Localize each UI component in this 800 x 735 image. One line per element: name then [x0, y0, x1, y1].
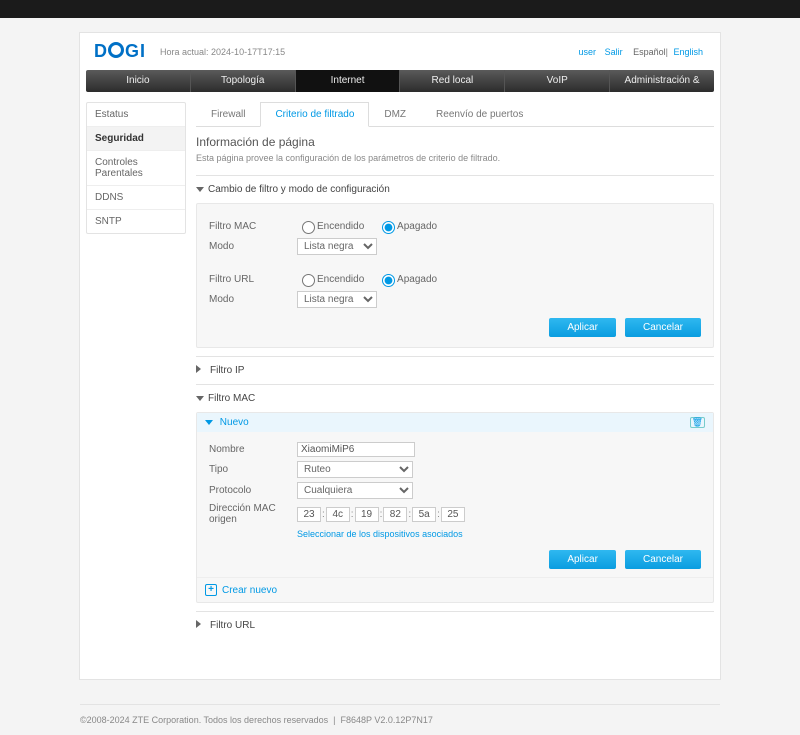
- user-link[interactable]: user: [579, 47, 597, 57]
- cancel-button[interactable]: Cancelar: [625, 318, 701, 337]
- nav-red local[interactable]: Red local: [400, 70, 505, 92]
- mac-octet-0[interactable]: [297, 507, 321, 522]
- section-ipfilter: Filtro IP: [196, 356, 714, 384]
- mac-octet-3[interactable]: [383, 507, 407, 522]
- side-seguridad[interactable]: Seguridad: [87, 127, 185, 151]
- mac-octet-2[interactable]: [355, 507, 379, 522]
- header-links: user Salir Español| English: [576, 47, 706, 57]
- tab-dmz[interactable]: DMZ: [369, 102, 421, 126]
- side-sntp[interactable]: SNTP: [87, 210, 185, 233]
- urlfilter-off[interactable]: Apagado: [377, 274, 437, 285]
- main-content: FirewallCriterio de filtradoDMZReenvío d…: [196, 102, 714, 639]
- logo: DGI: [94, 41, 146, 62]
- browser-topbar: [0, 0, 800, 18]
- cancel-button[interactable]: Cancelar: [625, 550, 701, 569]
- macfilter-label: Filtro MAC: [209, 221, 297, 232]
- apply-button[interactable]: Aplicar: [549, 318, 616, 337]
- section-filter-mode-header[interactable]: Cambio de filtro y modo de configuración: [196, 184, 714, 195]
- current-time: Hora actual: 2024-10-17T17:15: [160, 47, 576, 57]
- name-label: Nombre: [209, 444, 297, 455]
- app-frame: DGI Hora actual: 2024-10-17T17:15 user S…: [79, 32, 721, 680]
- macfilter-off[interactable]: Apagado: [377, 221, 437, 232]
- urlmode-select[interactable]: Lista negraLista blanca: [297, 291, 377, 308]
- subtabs: FirewallCriterio de filtradoDMZReenvío d…: [196, 102, 714, 127]
- side-controles parentales[interactable]: Controles Parentales: [87, 151, 185, 186]
- chevron-right-icon: [196, 365, 205, 373]
- name-input[interactable]: [297, 442, 415, 457]
- macmode-label: Modo: [209, 241, 297, 252]
- lang-en[interactable]: English: [673, 47, 703, 57]
- section-macfilter-header[interactable]: Filtro MAC: [196, 393, 714, 404]
- nav-internet[interactable]: Internet: [296, 70, 401, 92]
- tab-criterio-de-filtrado[interactable]: Criterio de filtrado: [260, 102, 369, 127]
- type-label: Tipo: [209, 464, 297, 475]
- macfilter-on[interactable]: Encendido: [297, 221, 364, 232]
- footer: ©2008-2024 ZTE Corporation. Todos los de…: [80, 704, 720, 735]
- main-nav: InicioTopologíaInternetRed localVoIPAdmi…: [86, 70, 714, 92]
- mac-input-group: :::::: [297, 507, 465, 522]
- section-filter-mode: Cambio de filtro y modo de configuración…: [196, 175, 714, 356]
- urlmode-label: Modo: [209, 294, 297, 305]
- header: DGI Hora actual: 2024-10-17T17:15 user S…: [80, 33, 720, 66]
- page-title: Información de página: [196, 135, 714, 149]
- new-label: Nuevo: [220, 417, 249, 428]
- proto-select[interactable]: CualquieraTCPUDPICMP: [297, 482, 413, 499]
- add-new-button[interactable]: +Crear nuevo: [197, 577, 713, 602]
- side-estatus[interactable]: Estatus: [87, 103, 185, 127]
- chevron-down-icon: [205, 420, 213, 425]
- lang-es[interactable]: Español: [633, 47, 666, 57]
- nav-voip[interactable]: VoIP: [505, 70, 610, 92]
- nav-administración & diagnó...[interactable]: Administración & Diagnó...: [610, 70, 714, 92]
- mac-octet-5[interactable]: [441, 507, 465, 522]
- nav-inicio[interactable]: Inicio: [86, 70, 191, 92]
- tab-reenvío-de-puertos[interactable]: Reenvío de puertos: [421, 102, 538, 126]
- chevron-down-icon: [196, 396, 204, 401]
- urlfilter-label: Filtro URL: [209, 274, 297, 285]
- type-select[interactable]: RuteoPuente: [297, 461, 413, 478]
- apply-button[interactable]: Aplicar: [549, 550, 616, 569]
- chevron-right-icon: [196, 620, 205, 628]
- nav-topología[interactable]: Topología: [191, 70, 296, 92]
- urlfilter-on[interactable]: Encendido: [297, 274, 364, 285]
- section-macfilter: Filtro MAC Nuevo 🗑 Nombre Tipo RuteoPuen…: [196, 384, 714, 611]
- chevron-down-icon: [196, 187, 204, 192]
- macmode-select[interactable]: Lista negraLista blanca: [297, 238, 377, 255]
- side-ddns[interactable]: DDNS: [87, 186, 185, 210]
- section-urlfilter: Filtro URL: [196, 611, 714, 639]
- plus-icon: +: [205, 584, 217, 596]
- mac-octet-1[interactable]: [326, 507, 350, 522]
- macfilter-panel: Nuevo 🗑 Nombre Tipo RuteoPuente Protocol…: [196, 412, 714, 603]
- logout-link[interactable]: Salir: [605, 47, 623, 57]
- new-entry-bar: Nuevo 🗑: [197, 413, 713, 432]
- side-nav: EstatusSeguridadControles ParentalesDDNS…: [86, 102, 186, 234]
- page-desc: Esta página provee la configuración de l…: [196, 153, 714, 163]
- srcmac-label: Dirección MAC origen: [209, 503, 297, 525]
- delete-icon[interactable]: 🗑: [690, 417, 705, 428]
- assoc-devices-link[interactable]: Seleccionar de los dispositivos asociado…: [297, 529, 463, 539]
- proto-label: Protocolo: [209, 485, 297, 496]
- section-urlfilter-header[interactable]: Filtro URL: [196, 620, 714, 631]
- filter-mode-panel: Filtro MAC Encendido Apagado Modo Lista …: [196, 203, 714, 348]
- tab-firewall[interactable]: Firewall: [196, 102, 260, 126]
- mac-octet-4[interactable]: [412, 507, 436, 522]
- section-ipfilter-header[interactable]: Filtro IP: [196, 365, 714, 376]
